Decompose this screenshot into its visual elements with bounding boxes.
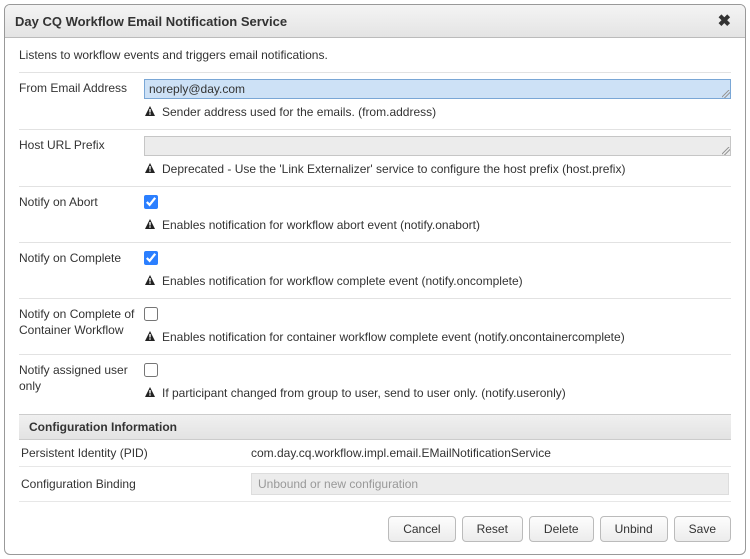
warning-icon <box>144 274 156 286</box>
warning-icon <box>144 162 156 174</box>
field-notify-abort: Notify on Abort Enables notification for… <box>19 186 731 242</box>
notify-complete-hint-text: Enables notification for workflow comple… <box>162 274 523 288</box>
binding-row: Configuration Binding Unbound or new con… <box>19 467 731 502</box>
notify-useronly-checkbox[interactable] <box>144 363 158 377</box>
field-notify-useronly: Notify assigned user only If participant… <box>19 354 731 410</box>
pid-label: Persistent Identity (PID) <box>21 446 251 460</box>
warning-icon <box>144 330 156 342</box>
binding-value: Unbound or new configuration <box>251 473 729 495</box>
from-email-input[interactable] <box>144 79 731 99</box>
from-email-hint-text: Sender address used for the emails. (fro… <box>162 105 436 119</box>
fields-group: From Email Address Sender address used f… <box>19 72 731 410</box>
field-notify-complete: Notify on Complete Enables notification … <box>19 242 731 298</box>
notify-useronly-label: Notify assigned user only <box>19 361 144 400</box>
notify-container-hint: Enables notification for container workf… <box>144 330 731 344</box>
dialog-title: Day CQ Workflow Email Notification Servi… <box>15 14 287 29</box>
from-email-hint: Sender address used for the emails. (fro… <box>144 105 731 119</box>
field-from-email: From Email Address Sender address used f… <box>19 72 731 129</box>
config-dialog: Day CQ Workflow Email Notification Servi… <box>4 4 746 555</box>
notify-useronly-hint-text: If participant changed from group to use… <box>162 386 566 400</box>
host-prefix-hint: Deprecated - Use the 'Link Externalizer'… <box>144 162 731 176</box>
notify-complete-hint: Enables notification for workflow comple… <box>144 274 731 288</box>
notify-container-hint-text: Enables notification for container workf… <box>162 330 625 344</box>
host-prefix-label: Host URL Prefix <box>19 136 144 176</box>
notify-abort-label: Notify on Abort <box>19 193 144 232</box>
pid-row: Persistent Identity (PID) com.day.cq.wor… <box>19 440 731 467</box>
warning-icon <box>144 218 156 230</box>
titlebar: Day CQ Workflow Email Notification Servi… <box>5 5 745 38</box>
delete-button[interactable]: Delete <box>529 516 594 542</box>
close-icon[interactable]: ✖ <box>714 11 735 31</box>
notify-useronly-hint: If participant changed from group to use… <box>144 386 731 400</box>
field-host-prefix: Host URL Prefix Deprecated - Use the 'Li… <box>19 129 731 186</box>
notify-complete-checkbox[interactable] <box>144 251 158 265</box>
notify-container-label: Notify on Complete of Container Workflow <box>19 305 144 344</box>
dialog-description: Listens to workflow events and triggers … <box>19 48 731 62</box>
from-email-label: From Email Address <box>19 79 144 119</box>
binding-label: Configuration Binding <box>21 477 251 491</box>
save-button[interactable]: Save <box>674 516 731 542</box>
button-bar: Cancel Reset Delete Unbind Save <box>19 502 731 542</box>
config-info-heading: Configuration Information <box>19 414 731 440</box>
notify-abort-hint-text: Enables notification for workflow abort … <box>162 218 480 232</box>
warning-icon <box>144 105 156 117</box>
unbind-button[interactable]: Unbind <box>600 516 668 542</box>
field-notify-container: Notify on Complete of Container Workflow… <box>19 298 731 354</box>
host-prefix-input[interactable] <box>144 136 731 156</box>
from-email-input-wrap <box>144 79 731 99</box>
notify-abort-hint: Enables notification for workflow abort … <box>144 218 731 232</box>
warning-icon <box>144 386 156 398</box>
pid-value: com.day.cq.workflow.impl.email.EMailNoti… <box>251 446 729 460</box>
dialog-body: Listens to workflow events and triggers … <box>5 38 745 554</box>
notify-abort-checkbox[interactable] <box>144 195 158 209</box>
notify-complete-label: Notify on Complete <box>19 249 144 288</box>
host-prefix-input-wrap <box>144 136 731 156</box>
cancel-button[interactable]: Cancel <box>388 516 455 542</box>
notify-container-checkbox[interactable] <box>144 307 158 321</box>
reset-button[interactable]: Reset <box>462 516 523 542</box>
host-prefix-hint-text: Deprecated - Use the 'Link Externalizer'… <box>162 162 625 176</box>
